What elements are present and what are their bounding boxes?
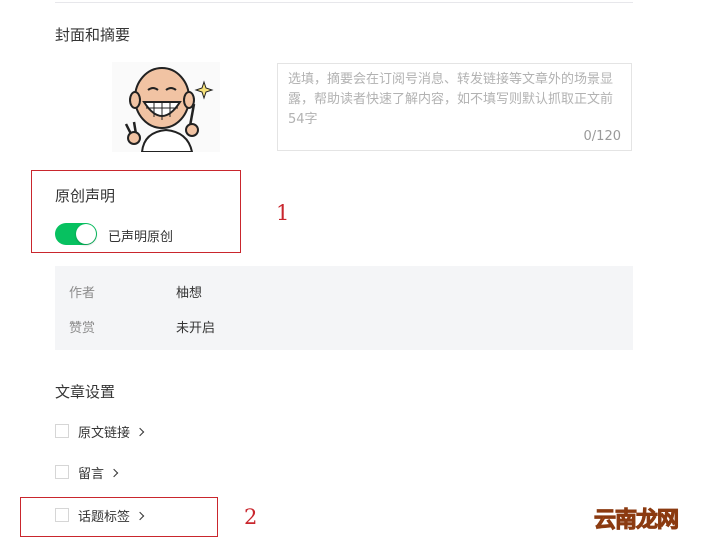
author-info-panel: 作者 柚想 赞赏 未开启 <box>55 266 633 350</box>
cover-section-title: 封面和摘要 <box>55 26 131 44</box>
article-settings-title: 文章设置 <box>55 383 116 401</box>
original-toggle[interactable] <box>55 223 97 245</box>
annotation-number-2: 2 <box>244 505 258 529</box>
summary-textarea[interactable]: 选填，摘要会在订阅号消息、转发链接等文章外的场景显露，帮助读者快速了解内容，如不… <box>277 63 632 151</box>
toggle-knob <box>76 224 96 244</box>
chevron-right-icon <box>109 468 119 477</box>
original-link-checkbox[interactable] <box>55 424 69 438</box>
summary-char-count: 0/120 <box>583 129 621 144</box>
top-divider <box>55 2 633 3</box>
chevron-right-icon <box>135 511 145 520</box>
author-value: 柚想 <box>176 286 203 301</box>
setting-original-link[interactable]: 原文链接 <box>55 422 145 441</box>
summary-placeholder: 选填，摘要会在订阅号消息、转发链接等文章外的场景显露，帮助读者快速了解内容，如不… <box>288 72 614 127</box>
topic-tags-checkbox[interactable] <box>55 508 69 522</box>
setting-comments[interactable]: 留言 <box>55 463 119 482</box>
annotation-number-1: 1 <box>276 201 290 225</box>
watermark-logo: 云南龙网 <box>594 508 680 534</box>
chevron-right-icon <box>135 427 145 436</box>
reward-label: 赞赏 <box>69 321 96 336</box>
original-section-title: 原创声明 <box>55 187 116 205</box>
original-toggle-label: 已声明原创 <box>108 230 174 245</box>
topic-tags-label: 话题标签 <box>78 509 131 525</box>
cover-image[interactable] <box>112 62 220 152</box>
cover-cartoon <box>124 67 214 152</box>
comments-label: 留言 <box>78 466 105 482</box>
original-link-label: 原文链接 <box>78 425 131 441</box>
reward-value[interactable]: 未开启 <box>176 317 215 336</box>
author-label: 作者 <box>69 286 96 301</box>
setting-topic-tags[interactable]: 话题标签 <box>55 506 145 525</box>
comments-checkbox[interactable] <box>55 465 69 479</box>
